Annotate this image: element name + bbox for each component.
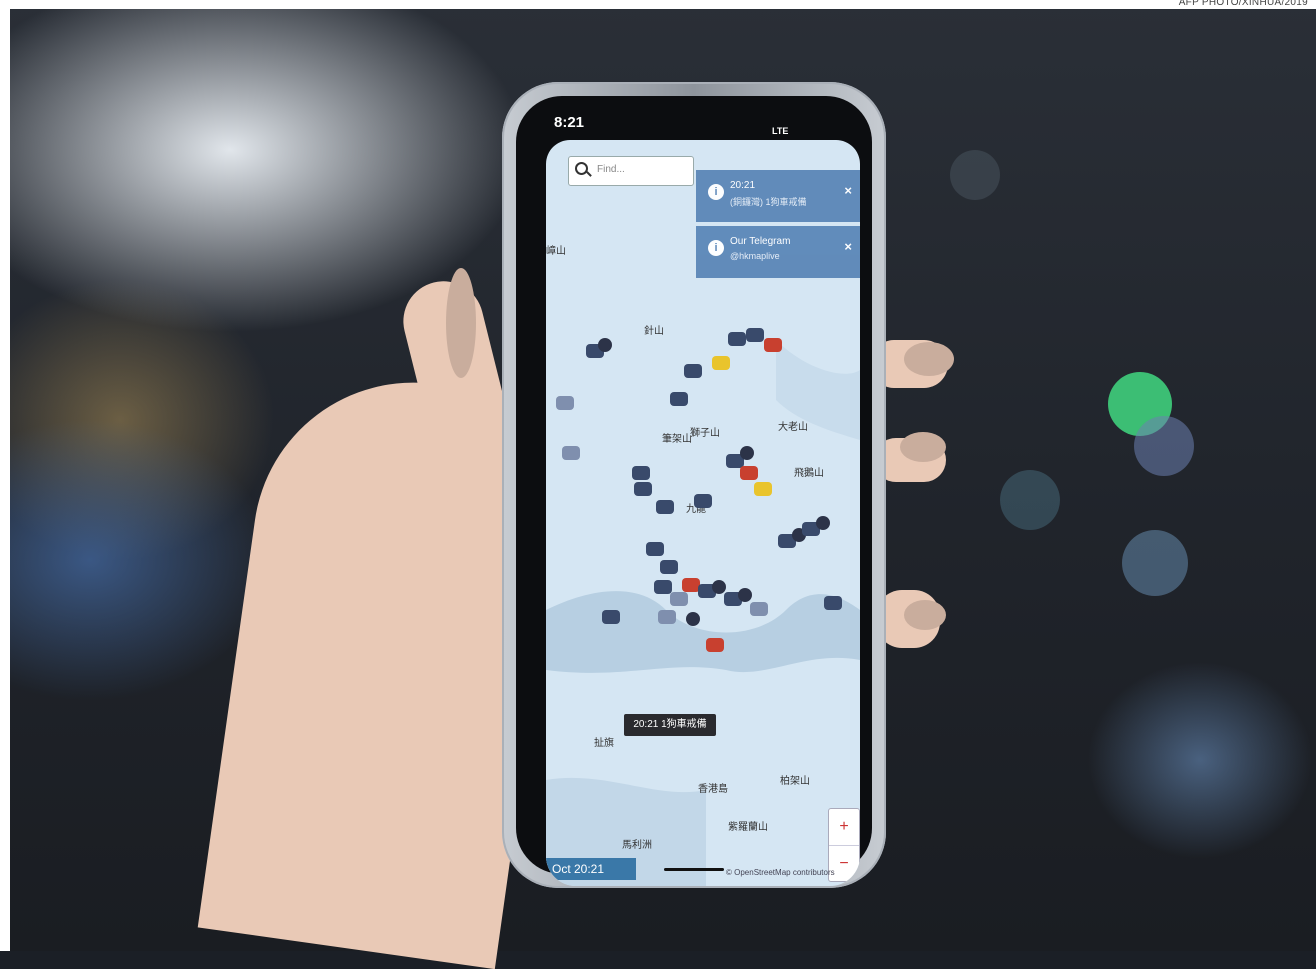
info-icon: i [708,240,724,256]
police-van-icon[interactable] [562,446,580,460]
police-van-icon[interactable] [750,602,768,616]
finger-nail-3 [904,600,946,630]
checkmark-icon [816,516,830,530]
finger-nail-2 [900,432,946,462]
thumb-nail [446,268,476,378]
alert-icon[interactable] [706,638,724,652]
checkmark-icon [740,446,754,460]
map-label: 針山 [644,326,664,337]
police-van-icon[interactable] [654,580,672,594]
warning-icon[interactable] [712,356,730,370]
notification-telegram[interactable]: i Our Telegram @hkmaplive × [696,226,860,278]
notification-time: 20:21 [730,180,756,191]
timeline-date[interactable]: Oct 20:21 [546,858,636,880]
close-icon[interactable]: × [844,239,852,254]
map-attribution[interactable]: © OpenStreetMap contributors [726,868,835,877]
police-van-icon[interactable] [632,466,650,480]
map-label: 紫羅蘭山 [728,822,768,833]
alert-icon[interactable] [764,338,782,352]
bokeh-light-cyan [1122,530,1188,596]
photo-border-top: AFP PHOTO/XINHUA/2019 [0,0,1316,9]
notification-title: Our Telegram [730,236,791,247]
map-label: 獅子山 [690,428,720,439]
map-label: 馬利洲 [622,840,652,851]
status-network: LTE [772,126,789,136]
police-van-icon[interactable] [602,610,620,624]
bokeh-light-small [950,150,1000,200]
police-van-icon[interactable] [824,596,842,610]
police-van-icon[interactable] [634,482,652,496]
info-icon: i [708,184,724,200]
map-label: 扯旗 [594,738,614,749]
police-van-icon[interactable] [746,328,764,342]
map-label: 柏架山 [780,776,810,787]
photo-credit: AFP PHOTO/XINHUA/2019 [1178,0,1308,8]
finger-nail-1 [904,342,954,376]
status-time: 8:21 [554,114,585,131]
warning-icon[interactable] [754,482,772,496]
police-van-icon[interactable] [694,494,712,508]
map-label: 大老山 [778,422,808,433]
police-van-icon[interactable] [728,332,746,346]
map-label: 筆架山 [662,434,692,445]
checkmark-icon [712,580,726,594]
police-van-icon[interactable] [684,364,702,378]
police-van-icon[interactable] [656,500,674,514]
alert-icon[interactable] [740,466,758,480]
zoom-in-button[interactable]: + [829,809,859,845]
checkmark-icon [686,612,700,626]
map-label: 飛鵝山 [794,468,824,479]
notification-handle: @hkmaplive [730,251,780,261]
smartphone: 8:21 LTE Find... i 20:21 (銅鑼灣) 1狗車戒備 × i… [502,82,886,888]
police-van-icon[interactable] [670,392,688,406]
notification-incident[interactable]: i 20:21 (銅鑼灣) 1狗車戒備 × [696,170,860,222]
police-van-icon[interactable] [660,560,678,574]
map-label: 嶂山 [546,246,566,257]
police-van-icon[interactable] [658,610,676,624]
bokeh-light-teal [1000,470,1060,530]
map-label: 香港島 [698,784,728,795]
map-screen[interactable]: Find... i 20:21 (銅鑼灣) 1狗車戒備 × i Our Tele… [546,140,860,886]
close-icon[interactable]: × [844,183,852,198]
police-van-icon[interactable] [670,592,688,606]
checkmark-icon [598,338,612,352]
photo-border-left [0,0,10,951]
bokeh-light-blue [1134,416,1194,476]
police-van-icon[interactable] [556,396,574,410]
search-placeholder: Find... [597,164,625,175]
notification-text: (銅鑼灣) 1狗車戒備 [730,197,807,207]
police-van-icon[interactable] [646,542,664,556]
search-icon [575,162,588,175]
phone-bezel: 8:21 LTE Find... i 20:21 (銅鑼灣) 1狗車戒備 × i… [516,96,872,886]
checkmark-icon [738,588,752,602]
marker-popup: 20:21 1狗車戒備 [624,714,716,736]
search-input[interactable]: Find... [568,156,694,186]
home-indicator [664,868,724,871]
